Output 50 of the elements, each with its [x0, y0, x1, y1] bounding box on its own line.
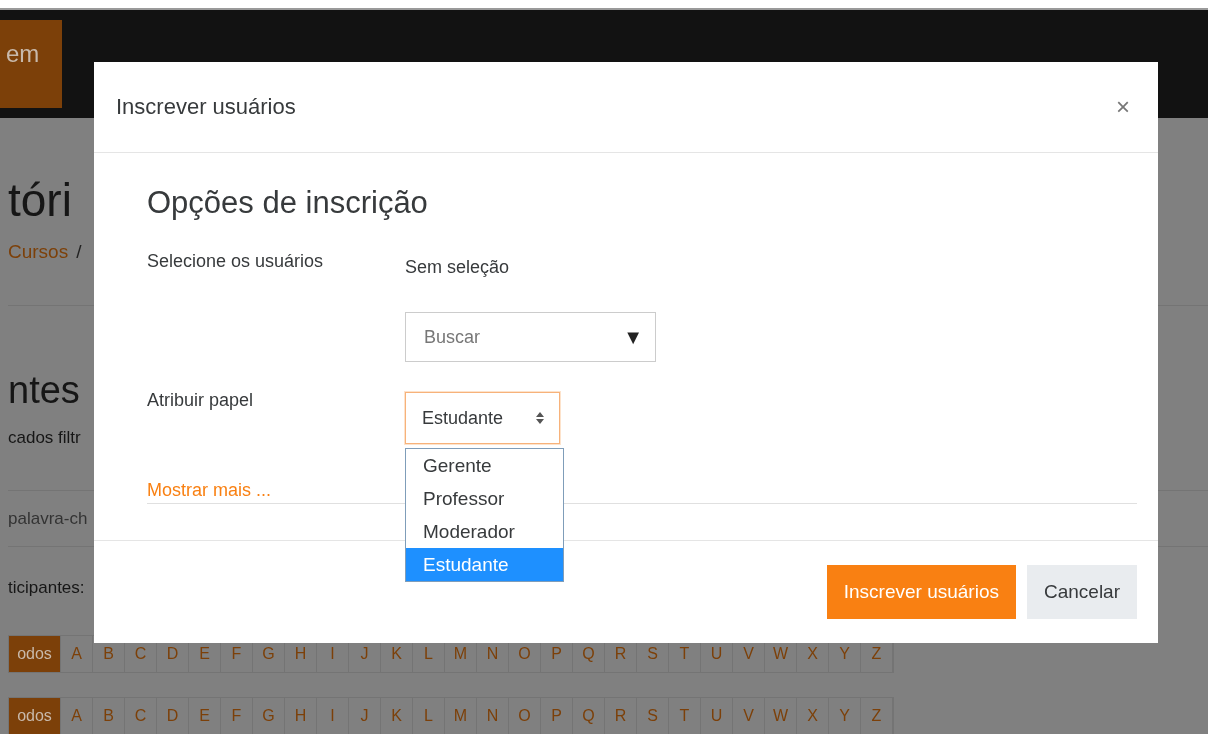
initial-filter[interactable]: B	[93, 698, 125, 734]
initial-filter[interactable]: P	[541, 698, 573, 734]
initial-filter[interactable]: H	[285, 698, 317, 734]
close-button[interactable]: ×	[1110, 93, 1136, 121]
initial-filter[interactable]: Y	[829, 698, 861, 734]
initial-filter[interactable]: A	[61, 636, 93, 672]
page-title: tóri	[8, 172, 72, 227]
initial-filter[interactable]: odos	[9, 636, 61, 672]
initial-filter[interactable]: O	[509, 698, 541, 734]
initial-filter[interactable]: V	[733, 698, 765, 734]
initial-filter[interactable]: Z	[861, 698, 893, 734]
initial-filter[interactable]: W	[765, 698, 797, 734]
initial-filter[interactable]: J	[349, 698, 381, 734]
selection-text: Sem seleção	[405, 256, 511, 278]
search-field[interactable]: Buscar ▼	[405, 312, 656, 362]
nav-button[interactable]: em	[0, 20, 62, 108]
dropdown-arrow[interactable]: ▼	[623, 325, 643, 349]
cancel-button[interactable]: Cancelar	[1026, 565, 1137, 619]
breadcrumb-separator: /	[76, 240, 82, 262]
participants-label: ticipantes:	[8, 578, 85, 598]
initial-filter[interactable]: S	[637, 698, 669, 734]
initial-filter[interactable]: U	[701, 698, 733, 734]
enroll-button[interactable]: Inscrever usuários	[826, 565, 1016, 619]
initial-filter[interactable]: X	[797, 698, 829, 734]
initial-filter[interactable]: T	[669, 698, 701, 734]
field-label: Selecione os usuários	[147, 250, 325, 273]
field-label: Atribuir papel	[147, 389, 255, 412]
initial-filter[interactable]: I	[317, 698, 349, 734]
section-heading: Opções de inscrição	[147, 185, 429, 221]
initial-filter[interactable]: F	[221, 698, 253, 734]
modal-title: Inscrever usuários	[116, 94, 296, 120]
search-field[interactable]: palavra-ch	[8, 508, 108, 529]
dropdown-option[interactable]: Estudante	[406, 548, 563, 581]
show-more-link[interactable]: Mostrar mais ...	[147, 480, 271, 500]
initial-filter[interactable]: G	[253, 698, 285, 734]
initial-filter[interactable]: Q	[573, 698, 605, 734]
initial-filter[interactable]: R	[605, 698, 637, 734]
filter-text: cados filtr	[8, 427, 81, 448]
initial-filter[interactable]: N	[477, 698, 509, 734]
initial-filter[interactable]: odos	[9, 698, 61, 734]
initial-filter[interactable]: L	[413, 698, 445, 734]
breadcrumb-link[interactable]: Cursos	[8, 240, 69, 262]
initial-filter[interactable]: C	[125, 698, 157, 734]
section-title: ntes	[8, 368, 80, 412]
initial-filter[interactable]: E	[189, 698, 221, 734]
initial-filter[interactable]: A	[61, 698, 93, 734]
initial-filter[interactable]: M	[445, 698, 477, 734]
initial-filter[interactable]: K	[381, 698, 413, 734]
initial-filter[interactable]: D	[157, 698, 189, 734]
role-select[interactable]: Estudante	[405, 392, 560, 444]
